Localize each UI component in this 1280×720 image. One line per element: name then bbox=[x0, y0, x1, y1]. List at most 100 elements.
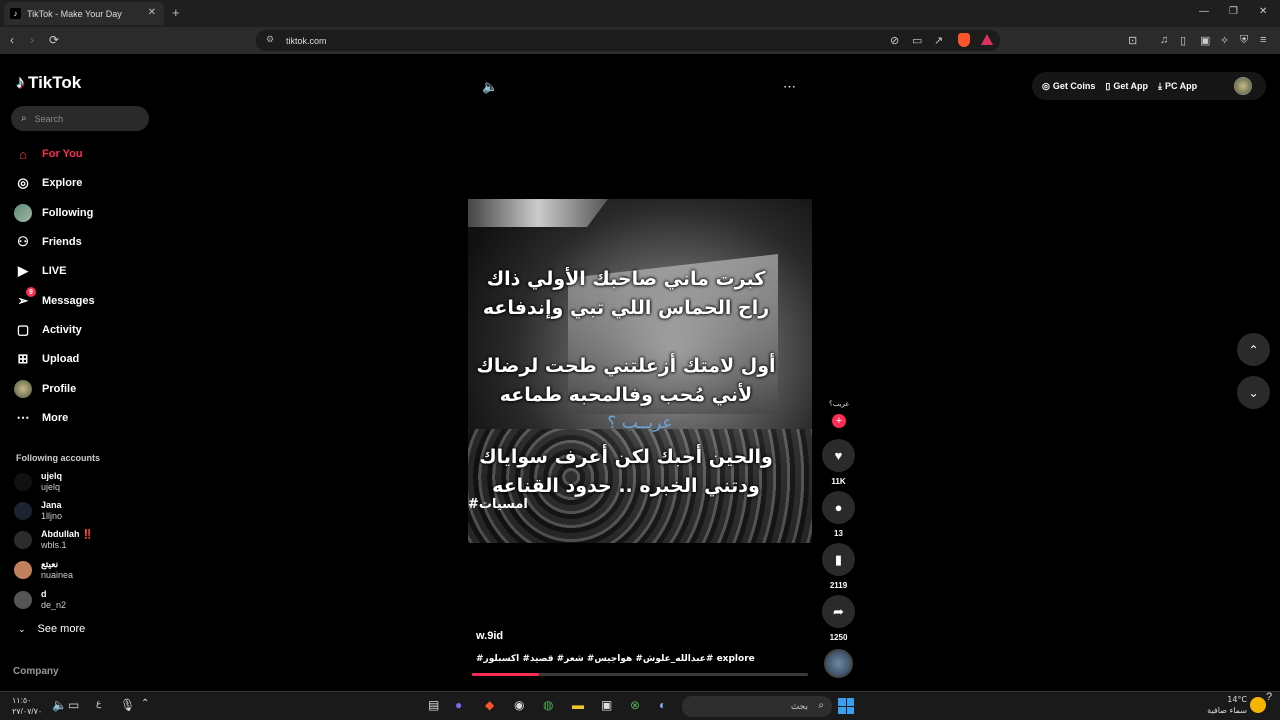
nav-friends[interactable]: ⚇ Friends bbox=[14, 232, 82, 252]
forward-icon[interactable]: › bbox=[30, 33, 34, 47]
windows-taskbar: ١١:٥٠ ٢٧/٠٧/٧٠ 🔈 ▭ ع 🎙 ⌃ ▤ ● ◆ ◉ ◍ ▬ ▣ ⊗… bbox=[0, 691, 1280, 720]
menu-icon[interactable]: ≡ bbox=[1260, 34, 1266, 46]
activity-icon: ▢ bbox=[16, 322, 30, 337]
store-icon[interactable]: ▣ bbox=[601, 698, 612, 712]
vpn-icon[interactable]: ⛨ bbox=[1240, 34, 1248, 47]
nav-activity[interactable]: ▢ Activity bbox=[14, 320, 82, 340]
avatar bbox=[14, 561, 32, 579]
browser-tab[interactable]: ♪ TikTok - Make Your Day ✕ bbox=[4, 2, 164, 25]
get-app-button[interactable]: ▯ Get App bbox=[1105, 81, 1148, 92]
help-icon[interactable]: ? bbox=[1266, 691, 1272, 703]
media-icon[interactable]: ♫ bbox=[1160, 34, 1168, 46]
discord-icon[interactable]: ● bbox=[455, 698, 462, 712]
tiktok-logo[interactable]: ♪ TikTok bbox=[16, 72, 81, 93]
get-coins-button[interactable]: ◎ Get Coins bbox=[1042, 81, 1095, 92]
wallet-icon[interactable]: ▣ bbox=[1200, 34, 1210, 47]
lyric-line: كبرت ماني صاحبك الأولي ذاك bbox=[486, 268, 766, 290]
account-item[interactable]: نعيتع nuainea bbox=[14, 559, 73, 581]
messages-badge: 9 bbox=[26, 287, 36, 297]
xbox-icon[interactable]: ⊗ bbox=[630, 698, 640, 712]
comment-count: 13 bbox=[834, 529, 843, 538]
see-more-button[interactable]: ⌄ See more bbox=[18, 623, 85, 635]
user-avatar[interactable] bbox=[1234, 77, 1252, 95]
taskbar-clock[interactable]: ١١:٥٠ ٢٧/٠٧/٧٠ bbox=[12, 695, 42, 717]
taskbar-search[interactable]: بحث ⌕ bbox=[682, 696, 832, 717]
share-icon[interactable]: ↗ bbox=[934, 34, 943, 47]
account-item[interactable]: Jana 1lljno bbox=[14, 500, 62, 522]
more-dots-icon: ⋯ bbox=[16, 410, 30, 425]
like-button[interactable]: ♥ bbox=[822, 439, 855, 472]
app-icon[interactable]: ◉ bbox=[514, 698, 524, 712]
previous-video-button[interactable]: ⌃ bbox=[1237, 333, 1270, 366]
network-icon[interactable]: ▭ bbox=[68, 698, 79, 712]
account-item[interactable]: ujelq ujelq bbox=[14, 471, 62, 493]
brave-shields-icon[interactable] bbox=[958, 33, 970, 47]
volume-icon[interactable]: 🔈 bbox=[482, 79, 498, 95]
video-progress-bar[interactable] bbox=[472, 673, 808, 676]
more-options-icon[interactable]: ⋯ bbox=[783, 79, 796, 95]
language-icon[interactable]: ع bbox=[96, 698, 101, 709]
back-icon[interactable]: ‹ bbox=[10, 33, 14, 47]
tray-chevron-icon[interactable]: ⌃ bbox=[141, 698, 149, 709]
save-button[interactable]: ▮ bbox=[822, 543, 855, 576]
next-video-button[interactable]: ⌄ bbox=[1237, 376, 1270, 409]
speaker-icon[interactable]: 🔈 bbox=[52, 698, 67, 712]
follow-plus-icon[interactable]: + bbox=[832, 414, 846, 428]
maximize-icon[interactable]: ❐ bbox=[1229, 6, 1238, 17]
browser-tabbar: ♪ TikTok - Make Your Day ✕ + — ❐ ✕ bbox=[0, 0, 1280, 27]
nav-messages[interactable]: ➢ 9 Messages bbox=[14, 287, 95, 311]
nav-explore[interactable]: ◎ Explore bbox=[14, 173, 82, 193]
account-item[interactable]: Abdullah ‼️ wbls.1 bbox=[14, 529, 93, 551]
leo-icon[interactable]: ✧ bbox=[1220, 34, 1229, 47]
steam-icon[interactable]: ◐ bbox=[659, 698, 666, 712]
video-stage-light bbox=[468, 199, 608, 227]
close-window-icon[interactable]: ✕ bbox=[1259, 6, 1267, 17]
chrome-icon[interactable]: ◍ bbox=[543, 698, 553, 712]
cast-icon[interactable]: ▭ bbox=[912, 34, 922, 47]
nav-profile[interactable]: Profile bbox=[14, 379, 76, 399]
nav-following[interactable]: Following bbox=[14, 203, 93, 223]
screenshot-icon[interactable]: ⊡ bbox=[1128, 34, 1137, 47]
video-player[interactable]: كبرت ماني صاحبك الأولي ذاك راح الحماس ال… bbox=[468, 199, 812, 543]
video-author[interactable]: w.9id bbox=[476, 630, 503, 642]
no-translate-icon[interactable]: ⊘ bbox=[890, 34, 899, 47]
nav-live[interactable]: ▶ LIVE bbox=[14, 261, 66, 281]
coin-icon: ◎ bbox=[1042, 80, 1050, 91]
brave-taskbar-icon[interactable]: ◆ bbox=[485, 698, 494, 712]
brave-rewards-icon[interactable] bbox=[981, 34, 993, 45]
file-explorer-icon[interactable]: ▬ bbox=[572, 698, 584, 712]
music-disc[interactable] bbox=[824, 649, 853, 678]
tiktok-favicon-icon: ♪ bbox=[10, 8, 21, 19]
company-link[interactable]: Company bbox=[13, 666, 59, 677]
nav-more[interactable]: ⋯ More bbox=[14, 408, 69, 428]
weather-widget[interactable]: 14°C سماء صافية bbox=[1207, 694, 1247, 716]
video-caption[interactable]: #عبدالله_علوش# هواجيس# شعر# قصيد# اكسبلو… bbox=[476, 654, 755, 664]
nav-upload[interactable]: ⊞ Upload bbox=[14, 349, 80, 369]
chevron-down-icon: ⌄ bbox=[1248, 385, 1259, 400]
search-icon: ⌕ bbox=[818, 700, 824, 711]
search-icon: ⌕ bbox=[21, 113, 27, 124]
heart-icon: ♥ bbox=[834, 448, 843, 463]
pc-app-button[interactable]: ⤓ PC App bbox=[1158, 81, 1197, 92]
reload-icon[interactable]: ⟳ bbox=[49, 33, 59, 47]
comment-button[interactable]: ● bbox=[822, 491, 855, 524]
avatar bbox=[14, 531, 32, 549]
url-text: tiktok.com bbox=[286, 35, 327, 46]
minimize-icon[interactable]: — bbox=[1199, 6, 1209, 17]
sidebar-icon[interactable]: ▯ bbox=[1180, 34, 1186, 47]
app-icon[interactable]: ▤ bbox=[428, 698, 439, 712]
site-info-icon[interactable]: ⚙ bbox=[266, 34, 274, 45]
microphone-icon[interactable]: 🎙 bbox=[120, 698, 135, 712]
new-tab-icon[interactable]: + bbox=[172, 5, 180, 20]
search-input[interactable]: ⌕ Search bbox=[11, 106, 149, 131]
nav-for-you[interactable]: ⌂ For You bbox=[14, 144, 82, 164]
address-input[interactable]: ⚙ tiktok.com bbox=[256, 30, 1000, 51]
close-tab-icon[interactable]: ✕ bbox=[148, 7, 156, 18]
start-button[interactable] bbox=[838, 698, 854, 714]
lyric-line: أول لامتك أزعلتني طحت لرضاك bbox=[476, 355, 776, 377]
account-item[interactable]: d de_n2 bbox=[14, 589, 66, 611]
lyric-line: ودتني الخبره .. حدود القناعه bbox=[492, 475, 760, 497]
following-avatar-icon bbox=[14, 204, 32, 222]
lyric-line: راح الحماس اللي تبي وإندفاعه bbox=[482, 297, 770, 319]
share-button[interactable]: ➦ bbox=[822, 595, 855, 628]
